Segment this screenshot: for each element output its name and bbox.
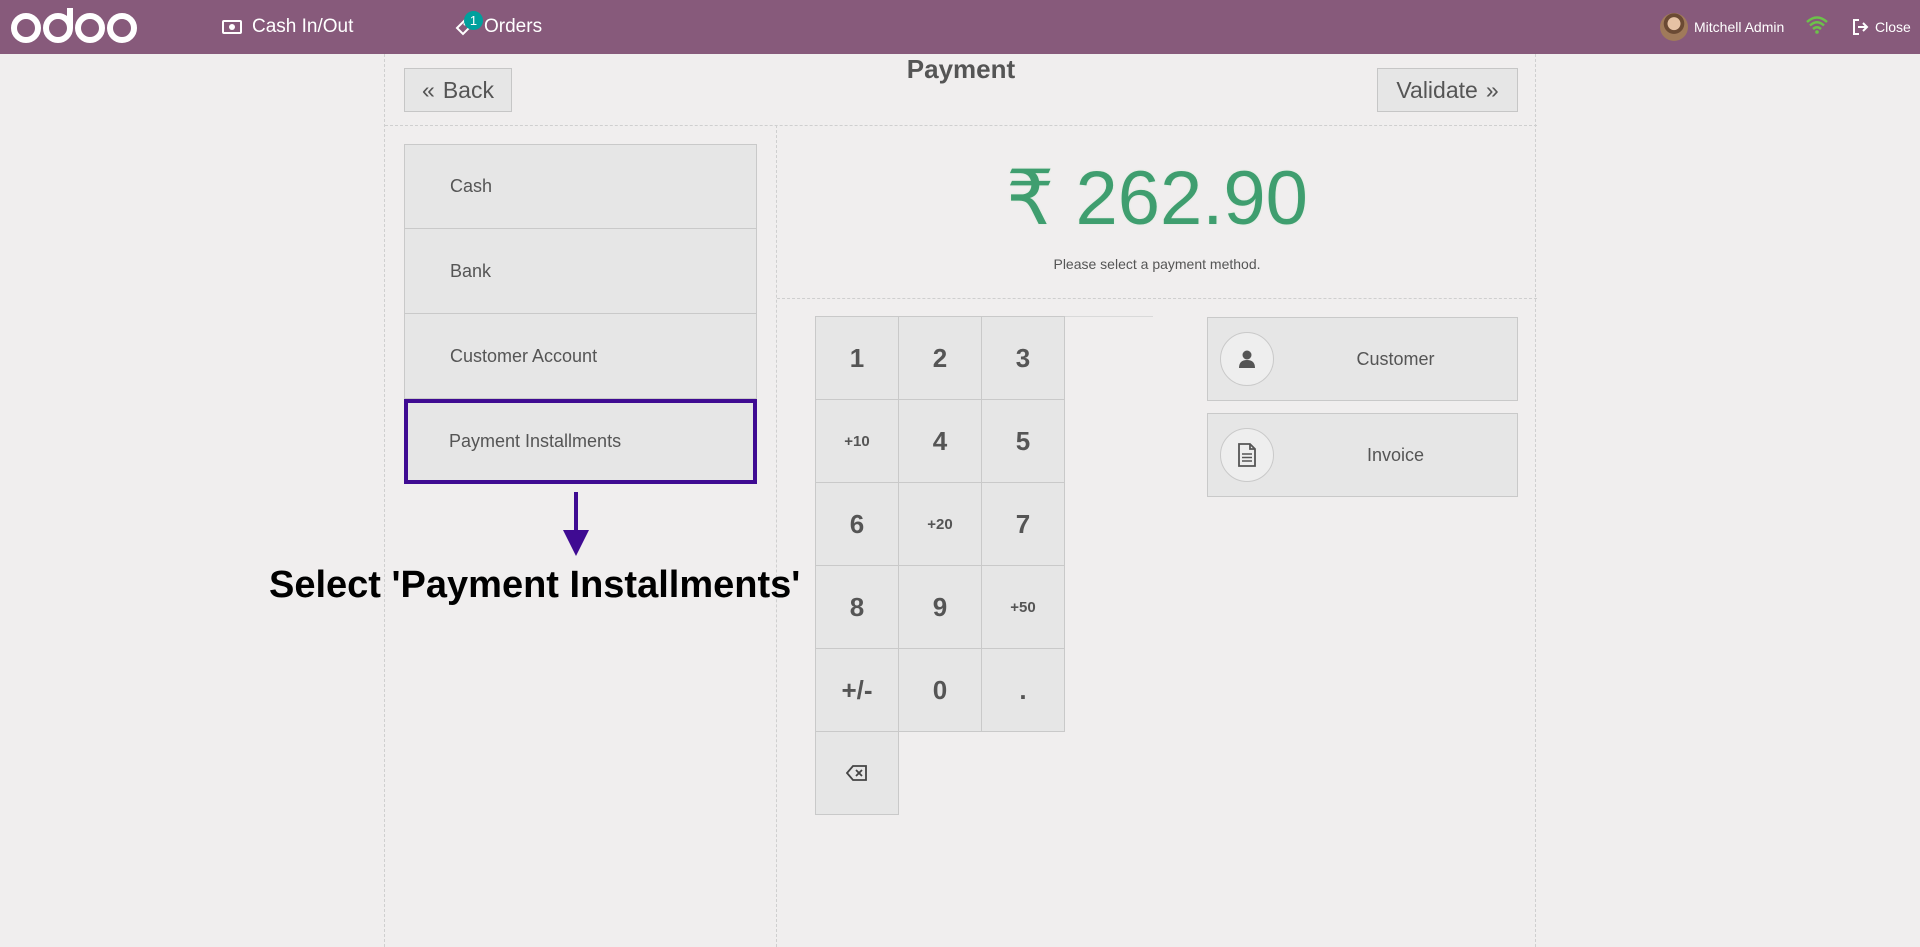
money-icon: [222, 20, 242, 34]
numpad-key-plus-50[interactable]: +50: [981, 565, 1065, 649]
page-title: Payment: [906, 54, 1016, 84]
payment-methods-list: Cash Bank Customer Account Payment Insta…: [404, 144, 757, 484]
numpad-key-9[interactable]: 9: [898, 565, 982, 649]
payment-method-label: Cash: [450, 176, 493, 196]
customer-label: Customer: [1356, 348, 1435, 369]
payment-method-cash[interactable]: Cash: [404, 144, 757, 229]
divider: [777, 298, 1537, 299]
numpad-key-0[interactable]: 0: [898, 648, 982, 732]
close-label: Close: [1875, 19, 1911, 35]
payment-method-label: Bank: [450, 260, 492, 281]
payment-status-message: Please select a payment method.: [1053, 256, 1261, 272]
orders-label: Orders: [484, 16, 543, 37]
numpad-key-plus-20[interactable]: +20: [898, 482, 982, 566]
sign-out-icon: [1853, 19, 1869, 35]
document-icon: [1220, 428, 1274, 482]
numpad-key-7[interactable]: 7: [981, 482, 1065, 566]
numpad-key-6[interactable]: 6: [815, 482, 899, 566]
numpad-key-decimal[interactable]: .: [981, 648, 1065, 732]
user-icon: [1220, 332, 1274, 386]
payment-method-payment-installments[interactable]: Payment Installments: [404, 399, 757, 484]
payment-screen: Payment « Back Validate » Cash Bank Cust…: [269, 54, 1537, 947]
numpad: 1 2 3 +10 4 5 6 +20 7 8 9 +50 +/- 0 .: [815, 316, 1068, 815]
validate-label: Validate: [1396, 76, 1478, 103]
cash-in-out-button[interactable]: Cash In/Out: [222, 0, 353, 54]
wifi-icon: [1806, 16, 1828, 34]
invoice-button[interactable]: Invoice: [1207, 413, 1518, 497]
backspace-icon: [846, 765, 867, 781]
numpad-key-1[interactable]: 1: [815, 316, 899, 400]
total-amount: ₹ 262.90: [1006, 156, 1308, 241]
divider: [385, 125, 1537, 126]
payment-method-bank[interactable]: Bank: [404, 229, 757, 314]
numpad-key-5[interactable]: 5: [981, 399, 1065, 483]
back-label: Back: [442, 76, 494, 103]
user-name: Mitchell Admin: [1694, 19, 1785, 35]
numpad-key-backspace[interactable]: [815, 731, 899, 815]
numpad-key-plus-10[interactable]: +10: [815, 399, 899, 483]
numpad-key-3[interactable]: 3: [981, 316, 1065, 400]
arrow-down-icon: [563, 492, 589, 556]
numpad-key-8[interactable]: 8: [815, 565, 899, 649]
cash-in-out-label: Cash In/Out: [252, 16, 354, 37]
orders-button[interactable]: 1 Orders: [454, 0, 542, 54]
divider-vertical: [776, 125, 777, 947]
numpad-key-plus-minus[interactable]: +/-: [815, 648, 899, 732]
close-button[interactable]: Close: [1852, 0, 1911, 54]
back-button[interactable]: « Back: [404, 68, 512, 112]
numpad-key-2[interactable]: 2: [898, 316, 982, 400]
odoo-logo: [11, 8, 137, 43]
payment-method-label: Customer Account: [450, 345, 598, 366]
numpad-key-4[interactable]: 4: [898, 399, 982, 483]
payment-method-customer-account[interactable]: Customer Account: [404, 314, 757, 399]
avatar: [1660, 13, 1688, 41]
tutorial-callout: Select 'Payment Installments': [269, 564, 801, 606]
customer-button[interactable]: Customer: [1207, 317, 1518, 401]
double-chevron-left-icon: «: [422, 76, 435, 103]
user-menu[interactable]: Mitchell Admin: [1660, 0, 1784, 54]
payment-method-label: Payment Installments: [449, 431, 622, 451]
validate-button[interactable]: Validate »: [1377, 68, 1518, 112]
top-bar: Cash In/Out 1 Orders Mitchell Admin Clos…: [0, 0, 1920, 54]
invoice-label: Invoice: [1366, 444, 1425, 465]
double-chevron-right-icon: »: [1485, 76, 1499, 103]
orders-count-badge: 1: [464, 11, 483, 30]
